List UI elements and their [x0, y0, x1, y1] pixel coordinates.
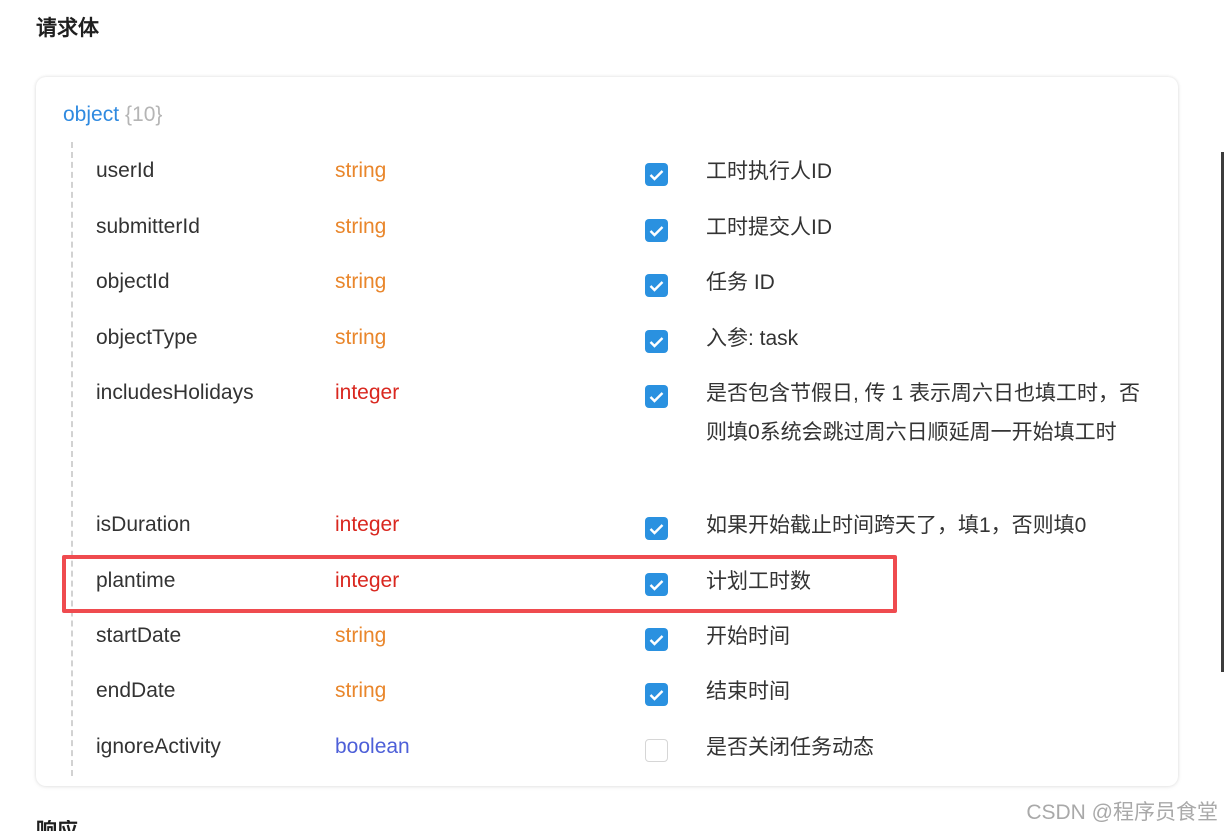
field-name: userId: [96, 159, 155, 182]
checkmark-icon: [649, 169, 664, 181]
required-checkbox[interactable]: [645, 274, 668, 297]
field-description: 是否关闭任务动态: [706, 736, 874, 759]
field-name: objectId: [96, 270, 170, 293]
field-name: isDuration: [96, 513, 191, 536]
field-name: includesHolidays: [96, 381, 254, 404]
field-description: 开始时间: [706, 625, 790, 648]
field-count: {10}: [125, 103, 163, 126]
object-header[interactable]: object {10}: [63, 103, 162, 127]
field-type: string: [335, 159, 387, 182]
field-name: objectType: [96, 326, 198, 349]
field-description: 入参: task: [706, 327, 799, 350]
field-type: boolean: [335, 735, 410, 758]
required-checkbox[interactable]: [645, 385, 668, 408]
request-body-title: 请求体: [36, 17, 99, 40]
required-checkbox[interactable]: [645, 628, 668, 651]
checkmark-icon: [649, 391, 664, 403]
next-section-title: 响应: [36, 820, 78, 831]
checkmark-icon: [649, 336, 664, 348]
optional-checkbox[interactable]: [645, 739, 668, 762]
field-type: integer: [335, 381, 400, 404]
field-type: integer: [335, 513, 400, 536]
checkmark-icon: [649, 225, 664, 237]
field-name: submitterId: [96, 215, 200, 238]
checkmark-icon: [649, 689, 664, 701]
field-type: string: [335, 624, 387, 647]
field-type: string: [335, 679, 387, 702]
checkmark-icon: [649, 280, 664, 292]
field-description: 工时提交人ID: [706, 216, 832, 239]
schema-card: object {10} userId string 工时执行人ID submitt…: [36, 77, 1178, 786]
object-type-label: object: [63, 103, 120, 126]
checkmark-icon: [649, 523, 664, 535]
required-checkbox[interactable]: [645, 163, 668, 186]
field-name: endDate: [96, 679, 176, 702]
field-type: string: [335, 326, 387, 349]
required-checkbox[interactable]: [645, 517, 668, 540]
field-name: startDate: [96, 624, 182, 647]
field-description: 结束时间: [706, 680, 790, 703]
field-description: 工时执行人ID: [706, 160, 832, 183]
watermark: CSDN @程序员食堂: [1026, 801, 1218, 824]
field-description: 任务 ID: [706, 271, 775, 294]
required-checkbox[interactable]: [645, 219, 668, 242]
field-type: string: [335, 215, 387, 238]
checkmark-icon: [649, 634, 664, 646]
field-description: 如果开始截止时间跨天了，填1，否则填0: [706, 514, 1087, 537]
required-checkbox[interactable]: [645, 683, 668, 706]
field-name: ignoreActivity: [96, 735, 221, 758]
tree-guide-line: [71, 142, 73, 776]
field-type: string: [335, 270, 387, 293]
required-checkbox[interactable]: [645, 330, 668, 353]
field-description: 是否包含节假日, 传 1 表示周六日也填工时，否则填0系统会跳过周六日顺延周一开…: [706, 382, 1141, 444]
plantime-highlight-box: [62, 555, 897, 613]
